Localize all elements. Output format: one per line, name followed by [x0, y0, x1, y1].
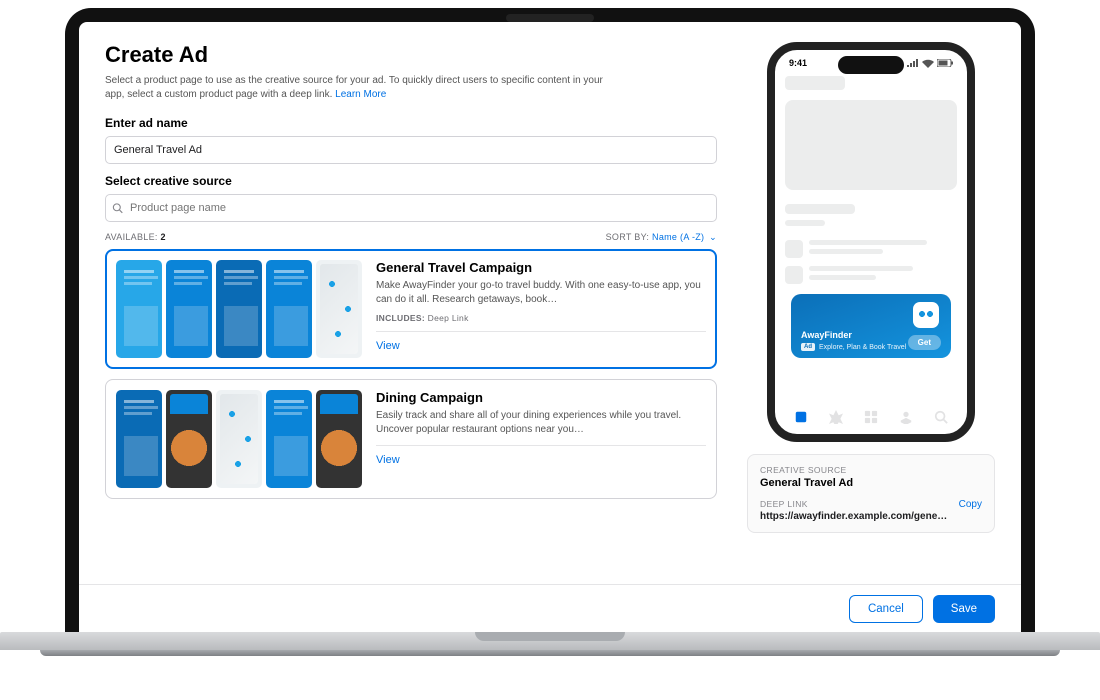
- creative-source-info-value: General Travel Ad: [760, 477, 982, 489]
- chevron-down-icon: ⌄: [709, 232, 717, 243]
- laptop-base: [0, 632, 1100, 670]
- save-button[interactable]: Save: [933, 595, 995, 623]
- card-description: Make AwayFinder your go-to travel buddy.…: [376, 279, 706, 307]
- phone-preview: 9:41: [767, 42, 975, 442]
- page-title: Create Ad: [105, 42, 717, 68]
- learn-more-link[interactable]: Learn More: [335, 89, 386, 100]
- tab-arcade-icon: [899, 410, 913, 424]
- screenshot-thumb: [216, 390, 262, 488]
- card-title: Dining Campaign: [376, 390, 706, 405]
- copy-link[interactable]: Copy: [959, 499, 982, 510]
- main-column: Create Ad Select a product page to use a…: [105, 42, 717, 584]
- sort-control[interactable]: SORT BY: Name (A -Z) ⌄: [606, 232, 717, 243]
- deep-link-url: https://awayfinder.example.com/generaltr…: [760, 511, 948, 522]
- tab-games-icon: [829, 410, 843, 424]
- info-panel: CREATIVE SOURCE General Travel Ad DEEP L…: [747, 454, 995, 533]
- signal-wifi-battery-icon: [907, 58, 953, 68]
- get-button: Get: [908, 335, 941, 350]
- cancel-button[interactable]: Cancel: [849, 595, 923, 623]
- creative-card-general-travel[interactable]: General Travel Campaign Make AwayFinder …: [105, 249, 717, 369]
- screenshot-thumb: [316, 260, 362, 358]
- screenshot-thumb: [216, 260, 262, 358]
- view-link[interactable]: View: [376, 454, 706, 466]
- page-subtitle: Select a product page to use as the crea…: [105, 74, 625, 102]
- app-icon: [913, 302, 939, 328]
- ad-banner-preview: AwayFinder Ad Explore, Plan & Book Trave…: [791, 294, 951, 358]
- screenshot-thumb: [266, 260, 312, 358]
- tab-apps-icon: [864, 410, 878, 424]
- banner-app-name: AwayFinder: [801, 330, 852, 340]
- app-screen: Create Ad Select a product page to use a…: [79, 22, 1021, 633]
- screenshot-thumb: [116, 260, 162, 358]
- ad-name-input[interactable]: [105, 136, 717, 164]
- banner-tagline: Ad Explore, Plan & Book Travel: [801, 343, 906, 351]
- screenshot-thumb: [266, 390, 312, 488]
- phone-tabbar: [775, 404, 967, 430]
- thumbnail-strip: [116, 260, 362, 358]
- footer-bar: Cancel Save: [79, 584, 1021, 633]
- creative-search-input[interactable]: [105, 194, 717, 222]
- tab-today-icon: [794, 410, 808, 424]
- creative-card-dining[interactable]: Dining Campaign Easily track and share a…: [105, 379, 717, 499]
- creative-source-info-label: CREATIVE SOURCE: [760, 465, 982, 475]
- screenshot-thumb: [166, 260, 212, 358]
- thumbnail-strip: [116, 390, 362, 488]
- view-link[interactable]: View: [376, 340, 706, 352]
- laptop-frame: Create Ad Select a product page to use a…: [65, 8, 1035, 633]
- creative-source-label: Select creative source: [105, 174, 717, 188]
- card-title: General Travel Campaign: [376, 260, 706, 275]
- phone-notch: [838, 56, 904, 74]
- card-description: Easily track and share all of your dinin…: [376, 409, 706, 437]
- card-includes: INCLUDES: Deep Link: [376, 313, 706, 323]
- screenshot-thumb: [116, 390, 162, 488]
- ad-name-label: Enter ad name: [105, 116, 717, 130]
- deep-link-label: DEEP LINK: [760, 499, 808, 509]
- screenshot-thumb: [166, 390, 212, 488]
- tab-search-icon: [934, 410, 948, 424]
- screenshot-thumb: [316, 390, 362, 488]
- preview-column: 9:41: [747, 42, 995, 584]
- search-icon: [112, 203, 123, 214]
- available-count: AVAILABLE: 2: [105, 232, 166, 243]
